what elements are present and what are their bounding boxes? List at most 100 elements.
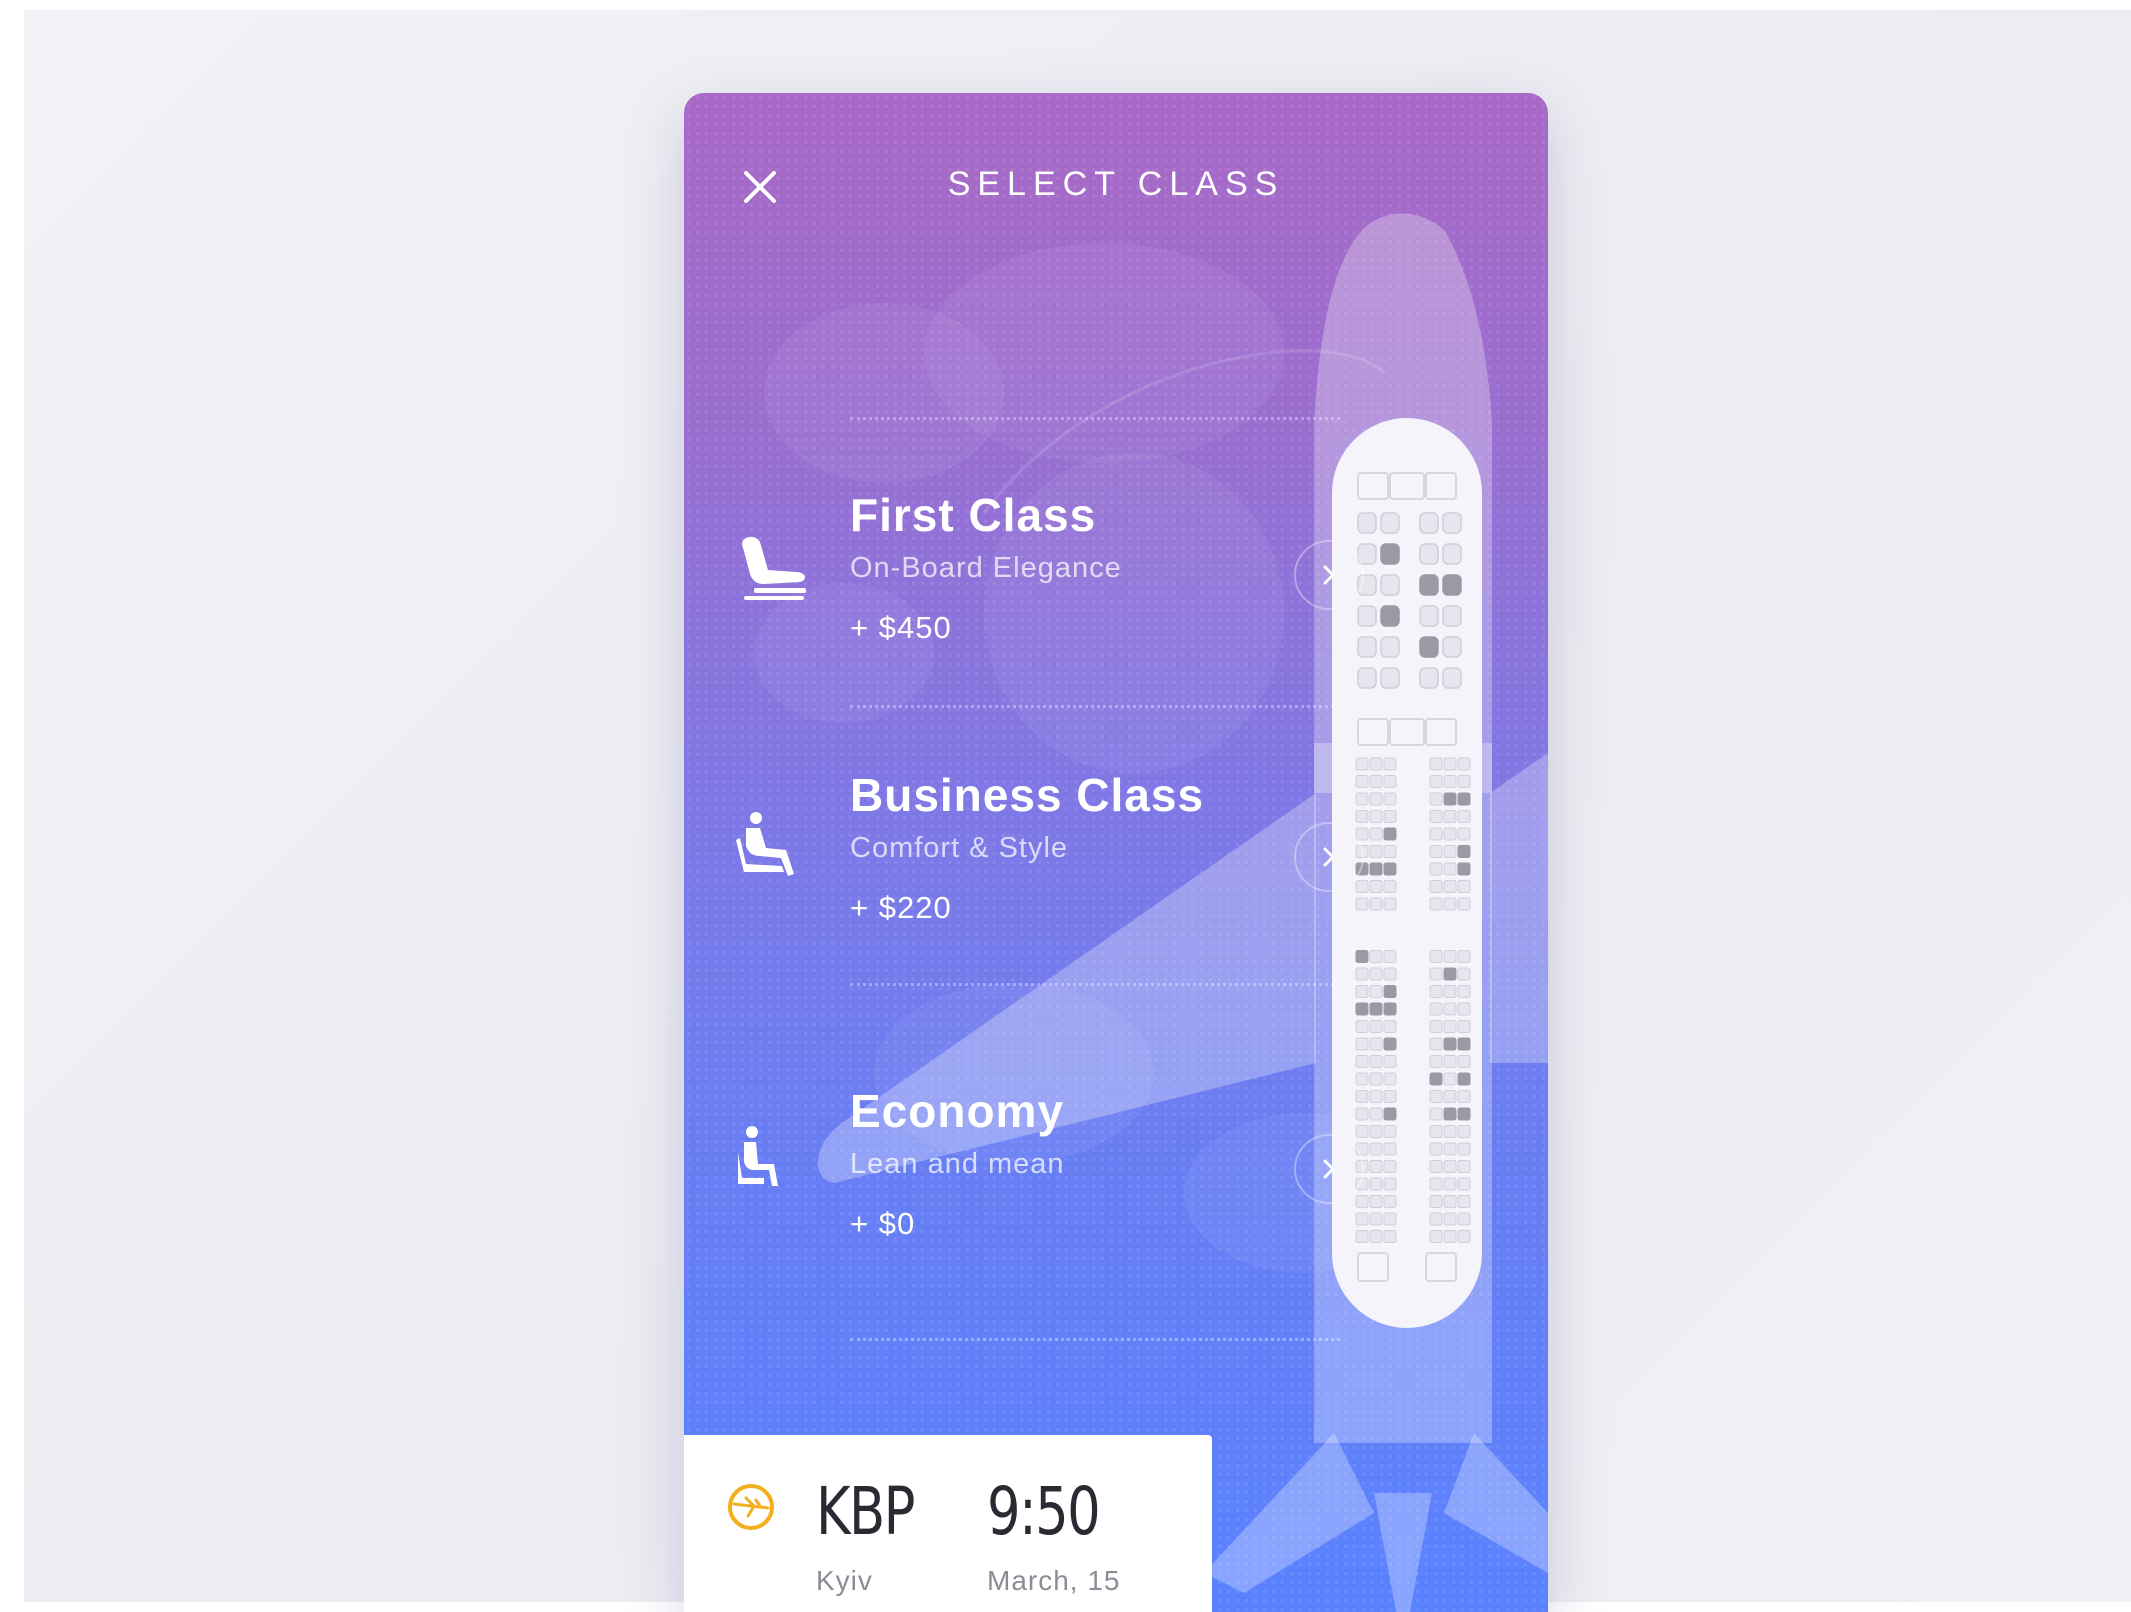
occupied-seat [1457,1107,1471,1121]
available-seat [1369,1090,1383,1103]
chevron-right-icon [1323,565,1335,585]
available-seat [1369,950,1383,963]
available-seat [1369,1160,1383,1173]
occupied-seat [1380,605,1400,627]
available-seat [1419,512,1439,534]
available-seat [1443,845,1457,858]
select-first-class-button[interactable] [1294,540,1364,610]
available-seat [1443,880,1457,893]
class-price: + $450 [850,610,952,645]
available-seat [1457,985,1471,998]
available-seat [1457,1020,1471,1033]
available-seat [1369,1177,1383,1191]
occupied-seat [1457,862,1471,876]
available-seat [1429,1160,1443,1173]
available-seat [1457,1195,1471,1208]
available-seat [1443,810,1457,823]
available-seat [1457,950,1471,963]
class-option-economy[interactable]: Economy Lean and mean + $0 [734,1084,1364,1274]
available-seat [1355,775,1369,788]
available-seat [1355,985,1369,998]
available-seat [1443,1230,1457,1243]
departure-date: March, 15 [987,1565,1121,1596]
available-seat [1355,757,1369,771]
available-seat [1429,845,1443,858]
occupied-seat [1369,862,1383,876]
available-seat [1429,880,1443,893]
available-seat [1383,845,1397,858]
available-seat [1419,543,1439,565]
available-seat [1443,1125,1457,1138]
available-seat [1443,1072,1457,1086]
class-subtitle: Lean and mean [850,1148,1065,1180]
available-seat [1443,775,1457,788]
available-seat [1429,1020,1443,1033]
available-seat [1443,1177,1457,1191]
available-seat [1457,757,1471,771]
chevron-right-icon [1323,847,1335,867]
available-seat [1357,605,1377,627]
available-seat [1443,1090,1457,1103]
first-class-seat-icon [742,536,806,600]
available-seat [1383,1090,1397,1103]
class-name: First Class [850,489,1097,541]
available-seat [1443,1160,1457,1173]
available-seat [1457,1142,1471,1156]
available-seat [1429,775,1443,788]
available-seat [1355,1107,1369,1121]
occupied-seat [1383,985,1397,998]
available-seat [1380,667,1400,689]
available-seat [1369,985,1383,998]
available-seat [1383,1177,1397,1191]
class-option-business[interactable]: Business Class Comfort & Style + $220 [734,768,1364,958]
available-seat [1429,1037,1443,1051]
available-seat [1369,897,1383,911]
available-seat [1429,1002,1443,1016]
business-seat-icon [736,812,794,876]
available-seat [1429,1212,1443,1226]
background-canvas: SELECT CLASS First Class On-Board Elegan… [24,10,2131,1612]
available-seat [1357,636,1377,658]
available-seat [1443,1212,1457,1226]
available-seat [1369,1020,1383,1033]
class-subtitle: On-Board Elegance [850,552,1122,584]
occupied-seat [1419,636,1439,658]
select-economy-class-button[interactable] [1294,1134,1364,1204]
available-seat [1429,1195,1443,1208]
occupied-seat [1443,1107,1457,1121]
available-seat [1383,950,1397,963]
available-seat [1429,862,1443,876]
available-seat [1383,1072,1397,1086]
available-seat [1383,880,1397,893]
available-seat [1429,1142,1443,1156]
available-seat [1357,667,1377,689]
occupied-seat [1457,1037,1471,1051]
available-seat [1429,897,1443,911]
available-seat [1429,1125,1443,1138]
available-seat [1369,1125,1383,1138]
available-seat [1355,1020,1369,1033]
available-seat [1383,757,1397,771]
available-seat [1383,810,1397,823]
available-seat [1383,1230,1397,1243]
divider [850,1338,1340,1341]
available-seat [1443,897,1457,911]
available-seat [1355,792,1369,806]
available-seat [1369,810,1383,823]
available-seat [1429,967,1443,981]
available-seat [1369,1230,1383,1243]
available-seat [1355,810,1369,823]
available-seat [1457,1177,1471,1191]
available-seat [1369,845,1383,858]
class-option-first[interactable]: First Class On-Board Elegance + $450 [734,488,1364,678]
available-seat [1429,1177,1443,1191]
available-seat [1383,897,1397,911]
select-class-screen: SELECT CLASS First Class On-Board Elegan… [684,93,1548,1612]
available-seat [1457,1212,1471,1226]
airport-city: Kyiv [816,1565,873,1596]
available-seat [1457,775,1471,788]
select-business-class-button[interactable] [1294,822,1364,892]
available-seat [1355,1212,1369,1226]
class-subtitle: Comfort & Style [850,832,1069,864]
occupied-seat [1355,950,1369,963]
